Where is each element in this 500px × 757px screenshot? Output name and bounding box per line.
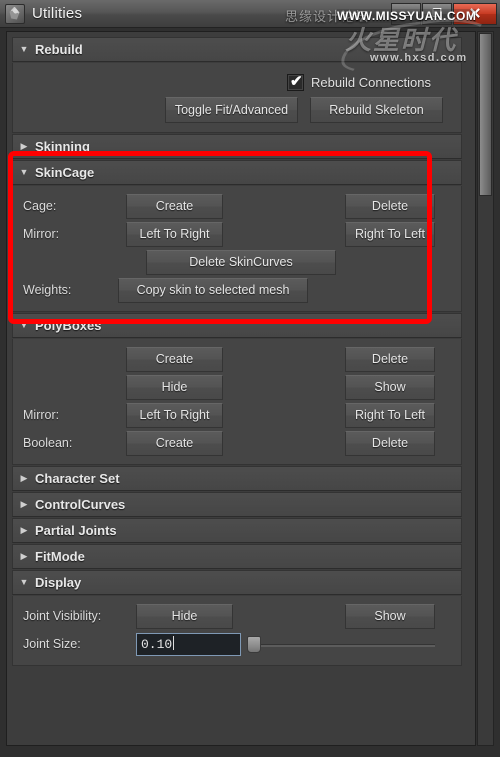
polyboxes-hide-button[interactable]: Hide — [126, 374, 223, 400]
delete-skincurves-button[interactable]: Delete SkinCurves — [146, 249, 336, 275]
polyboxes-show-button[interactable]: Show — [345, 374, 435, 400]
polyboxes-mirror-right-to-left-button[interactable]: Right To Left — [345, 402, 435, 428]
section-title-display: Display — [35, 575, 82, 590]
section-body-rebuild: ✔ Rebuild Connections Toggle Fit/Advance… — [12, 63, 462, 133]
section-title-rebuild: Rebuild — [35, 42, 83, 57]
joint-size-input[interactable]: 0.10 — [136, 632, 241, 656]
rebuild-connections-label: Rebuild Connections — [311, 74, 431, 90]
close-icon: ✕ — [468, 5, 482, 22]
slider-track — [261, 643, 435, 647]
copy-skin-to-selected-mesh-button[interactable]: Copy skin to selected mesh — [118, 277, 308, 303]
rebuild-connections-row[interactable]: ✔ Rebuild Connections — [13, 69, 461, 95]
polyboxes-mirror-row: Mirror: Left To Right Right To Left — [13, 401, 461, 429]
skincage-weights-row: Weights: Copy skin to selected mesh — [13, 276, 461, 304]
minimize-icon: – — [402, 5, 410, 22]
section-header-character-set[interactable]: ▶ Character Set — [12, 466, 462, 491]
skincage-cage-label: Cage: — [23, 199, 57, 213]
polyboxes-mirror-label: Mirror: — [23, 408, 60, 422]
window-title: Utilities — [32, 5, 83, 22]
chevron-right-icon: ▶ — [20, 551, 28, 561]
section-header-rebuild[interactable]: ▼ Rebuild — [12, 37, 462, 62]
skincage-cage-delete-button[interactable]: Delete — [345, 193, 435, 219]
section-title-polyboxes: PolyBoxes — [35, 318, 102, 333]
joint-visibility-row: Joint Visibility: Hide Show — [13, 602, 461, 630]
check-icon: ✔ — [290, 72, 303, 90]
polyboxes-hide-show-row: Hide Show — [13, 373, 461, 401]
section-header-polyboxes[interactable]: ▼ PolyBoxes — [12, 313, 462, 338]
skincage-mirror-row: Mirror: Left To Right Right To Left — [13, 220, 461, 248]
skincage-cage-row: Cage: Create Delete — [13, 192, 461, 220]
skincage-weights-label: Weights: — [23, 283, 72, 297]
skincage-mirror-left-to-right-button[interactable]: Left To Right — [126, 221, 223, 247]
text-caret — [173, 635, 175, 650]
scrollbar-thumb[interactable] — [479, 33, 492, 196]
close-button[interactable]: ✕ — [453, 2, 497, 25]
joint-visibility-show-button[interactable]: Show — [345, 603, 435, 629]
section-header-display[interactable]: ▼ Display — [12, 570, 462, 595]
maximize-button[interactable]: ❐ — [422, 2, 452, 25]
polyboxes-boolean-create-button[interactable]: Create — [126, 430, 223, 456]
section-title-fitmode: FitMode — [35, 549, 85, 564]
window-titlebar: Utilities – ❐ ✕ — [0, 0, 500, 28]
polyboxes-boolean-row: Boolean: Create Delete — [13, 429, 461, 457]
section-body-polyboxes: Create Delete Hide Show Mirror: Left To … — [12, 339, 462, 465]
joint-size-label: Joint Size: — [23, 637, 81, 651]
section-title-skincage: SkinCage — [35, 165, 95, 180]
skincage-mirror-right-to-left-button[interactable]: Right To Left — [345, 221, 435, 247]
polyboxes-boolean-delete-button[interactable]: Delete — [345, 430, 435, 456]
slider-handle[interactable] — [247, 635, 261, 653]
maximize-icon: ❐ — [432, 7, 442, 19]
polyboxes-boolean-label: Boolean: — [23, 436, 73, 450]
section-title-partial-joints: Partial Joints — [35, 523, 117, 538]
toggle-fit-advanced-button[interactable]: Toggle Fit/Advanced — [165, 97, 298, 123]
section-title-skinning: Skinning — [35, 139, 90, 154]
minimize-button[interactable]: – — [391, 2, 421, 25]
section-header-skinning[interactable]: ▶ Skinning — [12, 134, 462, 159]
chevron-down-icon: ▼ — [19, 320, 29, 330]
utilities-window: Utilities – ❐ ✕ ▼ Rebuild ✔ Rebuild Conn… — [0, 0, 500, 757]
polyboxes-delete-button[interactable]: Delete — [345, 346, 435, 372]
chevron-right-icon: ▶ — [20, 499, 28, 509]
section-header-skincage[interactable]: ▼ SkinCage — [12, 160, 462, 185]
section-header-controlcurves[interactable]: ▶ ControlCurves — [12, 492, 462, 517]
section-title-controlcurves: ControlCurves — [35, 497, 126, 512]
skincage-cage-create-button[interactable]: Create — [126, 193, 223, 219]
section-header-partial-joints[interactable]: ▶ Partial Joints — [12, 518, 462, 543]
chevron-down-icon: ▼ — [19, 44, 29, 54]
sections-container: ▼ Rebuild ✔ Rebuild Connections Toggle F… — [12, 37, 462, 667]
joint-size-slider[interactable] — [247, 633, 435, 656]
rebuild-connections-checkbox[interactable]: ✔ — [287, 72, 305, 91]
section-title-character-set: Character Set — [35, 471, 120, 486]
polyboxes-create-button[interactable]: Create — [126, 346, 223, 372]
section-body-display: Joint Visibility: Hide Show Joint Size: … — [12, 596, 462, 666]
vertical-scrollbar[interactable] — [477, 31, 494, 746]
chevron-down-icon: ▼ — [19, 577, 29, 587]
joint-visibility-hide-button[interactable]: Hide — [136, 603, 233, 629]
rebuild-buttons-row: Toggle Fit/Advanced Rebuild Skeleton — [13, 95, 461, 125]
rebuild-skeleton-button[interactable]: Rebuild Skeleton — [310, 97, 443, 123]
joint-size-value: 0.10 — [141, 636, 173, 652]
chevron-right-icon: ▶ — [20, 525, 28, 535]
section-header-fitmode[interactable]: ▶ FitMode — [12, 544, 462, 569]
skincage-mirror-label: Mirror: — [23, 227, 60, 241]
section-body-skincage: Cage: Create Delete Mirror: Left To Righ… — [12, 186, 462, 312]
chevron-down-icon: ▼ — [19, 167, 29, 177]
skincage-delete-skincurves-row: Delete SkinCurves — [13, 248, 461, 276]
chevron-right-icon: ▶ — [20, 473, 28, 483]
utilities-scroll-panel: ▼ Rebuild ✔ Rebuild Connections Toggle F… — [6, 31, 476, 746]
maya-app-icon — [5, 3, 25, 24]
chevron-right-icon: ▶ — [20, 141, 28, 151]
polyboxes-create-delete-row: Create Delete — [13, 345, 461, 373]
polyboxes-mirror-left-to-right-button[interactable]: Left To Right — [126, 402, 223, 428]
joint-visibility-label: Joint Visibility: — [23, 609, 102, 623]
joint-size-row: Joint Size: 0.10 — [13, 630, 461, 658]
